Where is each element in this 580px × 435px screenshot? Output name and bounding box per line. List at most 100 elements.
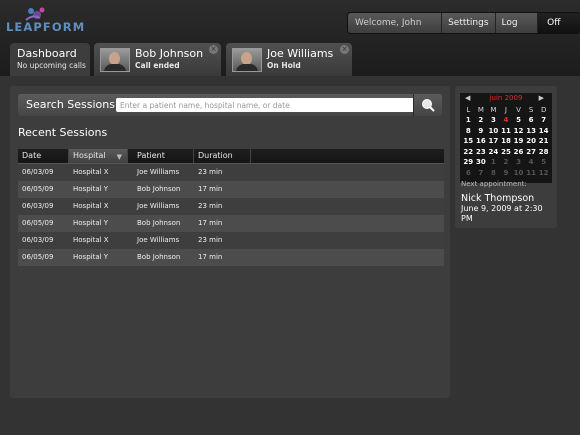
calendar-day[interactable]: 29 [462,157,475,167]
calendar-weekday: M [477,106,484,114]
calendar-day[interactable]: 6 [525,115,538,125]
calendar-day[interactable]: 14 [537,126,550,136]
avatar [232,48,262,72]
search-label: Search Sessions [26,98,115,111]
column-header-date[interactable]: Date [18,149,69,163]
table-row[interactable]: 06/03/09 Hospital X Joe Williams 23 min [18,198,444,215]
table-cell: 23 min [198,236,223,244]
calendar-day[interactable]: 10 [512,168,525,178]
logout-button[interactable]: Log Out [494,13,538,33]
calendar-day[interactable]: 18 [500,136,513,146]
recent-sessions-title: Recent Sessions [18,126,108,139]
close-icon[interactable]: × [340,45,349,54]
calendar-day[interactable]: 25 [500,147,513,157]
table-header: Date Hospital ▼ Patient Duration [18,149,444,164]
tab-bob-johnson[interactable]: Bob Johnson Call ended × [94,43,221,76]
tab-joe-williams[interactable]: Joe Williams On Hold × [226,43,352,76]
calendar-day[interactable]: 28 [537,147,550,157]
calendar-day[interactable]: 4 [500,115,513,125]
calendar-weekday: M [490,106,497,114]
calendar-day[interactable]: 3 [512,157,525,167]
calendar-day[interactable]: 3 [487,115,500,125]
tab-dashboard-status: No upcoming calls [17,61,86,70]
calendar-week: 8 9 10 11 12 13 14 [462,126,550,136]
search-bar: Search Sessions [18,94,442,116]
column-header-hospital[interactable]: Hospital ▼ [69,149,128,163]
calendar-day[interactable]: 4 [525,157,538,167]
table-cell: Bob Johnson [137,185,181,193]
calendar-day[interactable]: 10 [487,126,500,136]
table-cell: Joe Williams [137,168,180,176]
calendar-day[interactable]: 5 [512,115,525,125]
table-row[interactable]: 06/05/09 Hospital Y Bob Johnson 17 min [18,215,444,232]
calendar-day[interactable]: 13 [525,126,538,136]
calendar-day[interactable]: 8 [487,168,500,178]
off-air-button[interactable]: Off Air [537,13,580,33]
column-header-duration[interactable]: Duration [194,149,251,163]
calendar-day[interactable]: 8 [462,126,475,136]
calendar-weekday: S [528,106,534,114]
calendar-header: ◀ juin 2009 ▶ [460,94,552,104]
table-cell: 17 min [198,219,223,227]
settings-button[interactable]: Setttings [441,13,495,33]
calendar-day[interactable]: 7 [537,115,550,125]
table-cell: 06/05/09 [22,219,54,227]
table-cell: 06/03/09 [22,236,54,244]
calendar-weekday: J [504,106,507,114]
table-row[interactable]: 06/05/09 Hospital Y Bob Johnson 17 min [18,249,444,266]
next-appointment-label: Next appointment: [461,180,527,188]
tab-dashboard[interactable]: Dashboard No upcoming calls [10,43,90,76]
search-input[interactable] [116,98,418,112]
calendar-day[interactable]: 11 [525,168,538,178]
table-cell: Hospital X [73,168,109,176]
close-icon[interactable]: × [209,45,218,54]
calendar-day[interactable]: 12 [512,126,525,136]
calendar-day[interactable]: 22 [462,147,475,157]
calendar-day[interactable]: 15 [462,136,475,146]
calendar-day[interactable]: 30 [475,157,488,167]
table-cell: 23 min [198,168,223,176]
table-row[interactable]: 06/05/09 Hospital Y Bob Johnson 17 min [18,181,444,198]
calendar-day[interactable]: 1 [487,157,500,167]
table-cell: Hospital Y [73,185,109,193]
next-month-icon[interactable]: ▶ [539,94,544,102]
calendar-day[interactable]: 11 [500,126,513,136]
calendar-day[interactable]: 9 [475,126,488,136]
calendar-day[interactable]: 26 [512,147,525,157]
calendar-day[interactable]: 6 [462,168,475,178]
table-cell: Hospital Y [73,253,109,261]
calendar-day[interactable]: 16 [475,136,488,146]
table-cell: 17 min [198,253,223,261]
mini-calendar: ◀ juin 2009 ▶ L M M J V S D 1 2 3 4 5 6 7 8 9 10 11 12 13 14… [460,93,552,183]
table-cell: 23 min [198,202,223,210]
table-row[interactable]: 06/03/09 Hospital X Joe Williams 23 min [18,232,444,249]
search-button[interactable] [413,94,442,116]
user-bar: Welcome, John Smith Setttings Log Out Of… [348,13,580,33]
table-row[interactable]: 06/03/09 Hospital X Joe Williams 23 min [18,164,444,181]
calendar-day[interactable]: 24 [487,147,500,157]
calendar-day[interactable]: 19 [512,136,525,146]
calendar-day[interactable]: 27 [525,147,538,157]
next-appointment-name[interactable]: Nick Thompson [461,193,534,204]
table-cell: Hospital X [73,202,109,210]
calendar-week: 15 16 17 18 19 20 21 [462,136,550,146]
welcome-text: Welcome, John Smith [348,13,442,33]
calendar-day[interactable]: 2 [475,115,488,125]
table-cell: Joe Williams [137,236,180,244]
column-header-patient[interactable]: Patient [133,149,194,163]
calendar-day[interactable]: 21 [537,136,550,146]
calendar-weekdays: LMMJVSD [462,105,550,115]
calendar-day[interactable]: 20 [525,136,538,146]
calendar-weekday: L [466,106,471,114]
calendar-day[interactable]: 12 [537,168,550,178]
table-cell: 06/05/09 [22,185,54,193]
table-cell: Hospital X [73,236,109,244]
table-cell: 06/05/09 [22,253,54,261]
calendar-day[interactable]: 2 [500,157,513,167]
calendar-day[interactable]: 7 [475,168,488,178]
calendar-day[interactable]: 9 [500,168,513,178]
calendar-day[interactable]: 1 [462,115,475,125]
calendar-day[interactable]: 23 [475,147,488,157]
calendar-day[interactable]: 5 [537,157,550,167]
calendar-day[interactable]: 17 [487,136,500,146]
